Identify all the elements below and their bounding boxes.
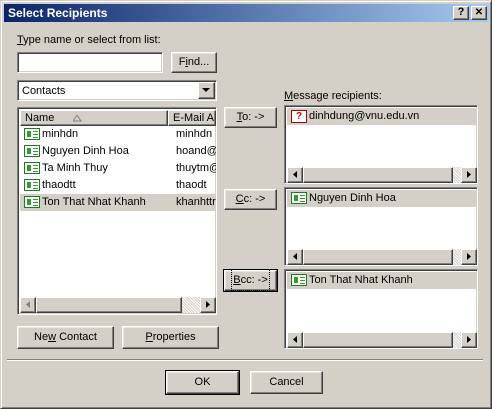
sort-ascending-icon xyxy=(73,115,82,122)
new-contact-button[interactable]: New Contact xyxy=(17,326,114,349)
arrow-right-icon[interactable] xyxy=(461,167,477,183)
list-item[interactable]: minhdn minhdn xyxy=(20,126,216,143)
horizontal-scrollbar[interactable] xyxy=(287,249,477,265)
contacts-list[interactable]: Name E-Mail A minhdn minhdn Nguyen Dinh … xyxy=(17,107,217,315)
select-recipients-dialog: Select Recipients ? ✕ Type name or selec… xyxy=(0,0,492,409)
to-button[interactable]: To: -> xyxy=(224,107,277,128)
column-header-name[interactable]: Name xyxy=(20,110,168,126)
close-button[interactable]: ✕ xyxy=(471,6,487,20)
arrow-right-icon[interactable] xyxy=(461,332,477,348)
contact-card-icon xyxy=(24,128,40,140)
search-label: Type name or select from list: xyxy=(17,34,161,46)
contact-card-icon xyxy=(24,196,40,208)
search-input[interactable] xyxy=(17,52,163,73)
cc-button[interactable]: Cc: -> xyxy=(224,189,277,210)
arrow-right-icon[interactable] xyxy=(200,297,216,313)
ok-button[interactable]: OK xyxy=(165,370,240,395)
column-header-email[interactable]: E-Mail A xyxy=(168,110,216,126)
bcc-recipients-box[interactable]: Ton That Nhat Khanh xyxy=(284,269,478,349)
scrollbar-thumb[interactable] xyxy=(303,167,453,183)
bcc-button[interactable]: Bcc: -> xyxy=(223,269,278,292)
cc-recipients-box[interactable]: Nguyen Dinh Hoa xyxy=(284,187,478,266)
arrow-left-icon[interactable] xyxy=(20,297,36,313)
window-title: Select Recipients xyxy=(8,6,108,20)
scrollbar-thumb[interactable] xyxy=(303,332,453,348)
arrow-left-icon[interactable] xyxy=(287,167,303,183)
cancel-button[interactable]: Cancel xyxy=(250,371,323,394)
address-book-select[interactable]: Contacts xyxy=(17,80,217,101)
title-bar[interactable]: Select Recipients ? ✕ xyxy=(4,4,489,22)
help-button[interactable]: ? xyxy=(453,6,469,20)
scrollbar-thumb[interactable] xyxy=(303,249,453,265)
arrow-right-icon[interactable] xyxy=(461,249,477,265)
list-item[interactable]: Nguyen Dinh Hoa hoand@ xyxy=(20,143,216,160)
message-recipients-label: Message recipients: xyxy=(284,90,382,102)
find-button[interactable]: Find... xyxy=(171,52,217,73)
arrow-left-icon[interactable] xyxy=(287,249,303,265)
arrow-left-icon[interactable] xyxy=(287,332,303,348)
divider xyxy=(7,359,483,361)
close-icon: ✕ xyxy=(474,7,484,18)
horizontal-scrollbar[interactable] xyxy=(287,332,477,348)
contact-card-icon xyxy=(24,162,40,174)
recipient-item[interactable]: Ton That Nhat Khanh xyxy=(287,272,477,289)
horizontal-scrollbar[interactable] xyxy=(20,297,216,313)
scrollbar-thumb[interactable] xyxy=(36,297,182,313)
horizontal-scrollbar[interactable] xyxy=(287,167,477,183)
list-item-selected[interactable]: Ton That Nhat Khanh khanhttr xyxy=(20,194,216,211)
contact-card-icon xyxy=(291,192,307,204)
recipient-item[interactable]: ? dinhdung@vnu.edu.vn xyxy=(287,108,477,125)
list-item[interactable]: thaodtt thaodt xyxy=(20,177,216,194)
unresolved-address-icon: ? xyxy=(291,110,307,123)
chevron-down-icon[interactable] xyxy=(198,82,215,99)
list-item[interactable]: Ta Minh Thuy thuytm@ xyxy=(20,160,216,177)
contact-card-icon xyxy=(291,274,307,286)
recipient-item[interactable]: Nguyen Dinh Hoa xyxy=(287,190,477,207)
properties-button[interactable]: Properties xyxy=(122,326,219,349)
to-recipients-box[interactable]: ? dinhdung@vnu.edu.vn xyxy=(284,105,478,184)
contact-card-icon xyxy=(24,145,40,157)
contact-card-icon xyxy=(24,179,40,191)
